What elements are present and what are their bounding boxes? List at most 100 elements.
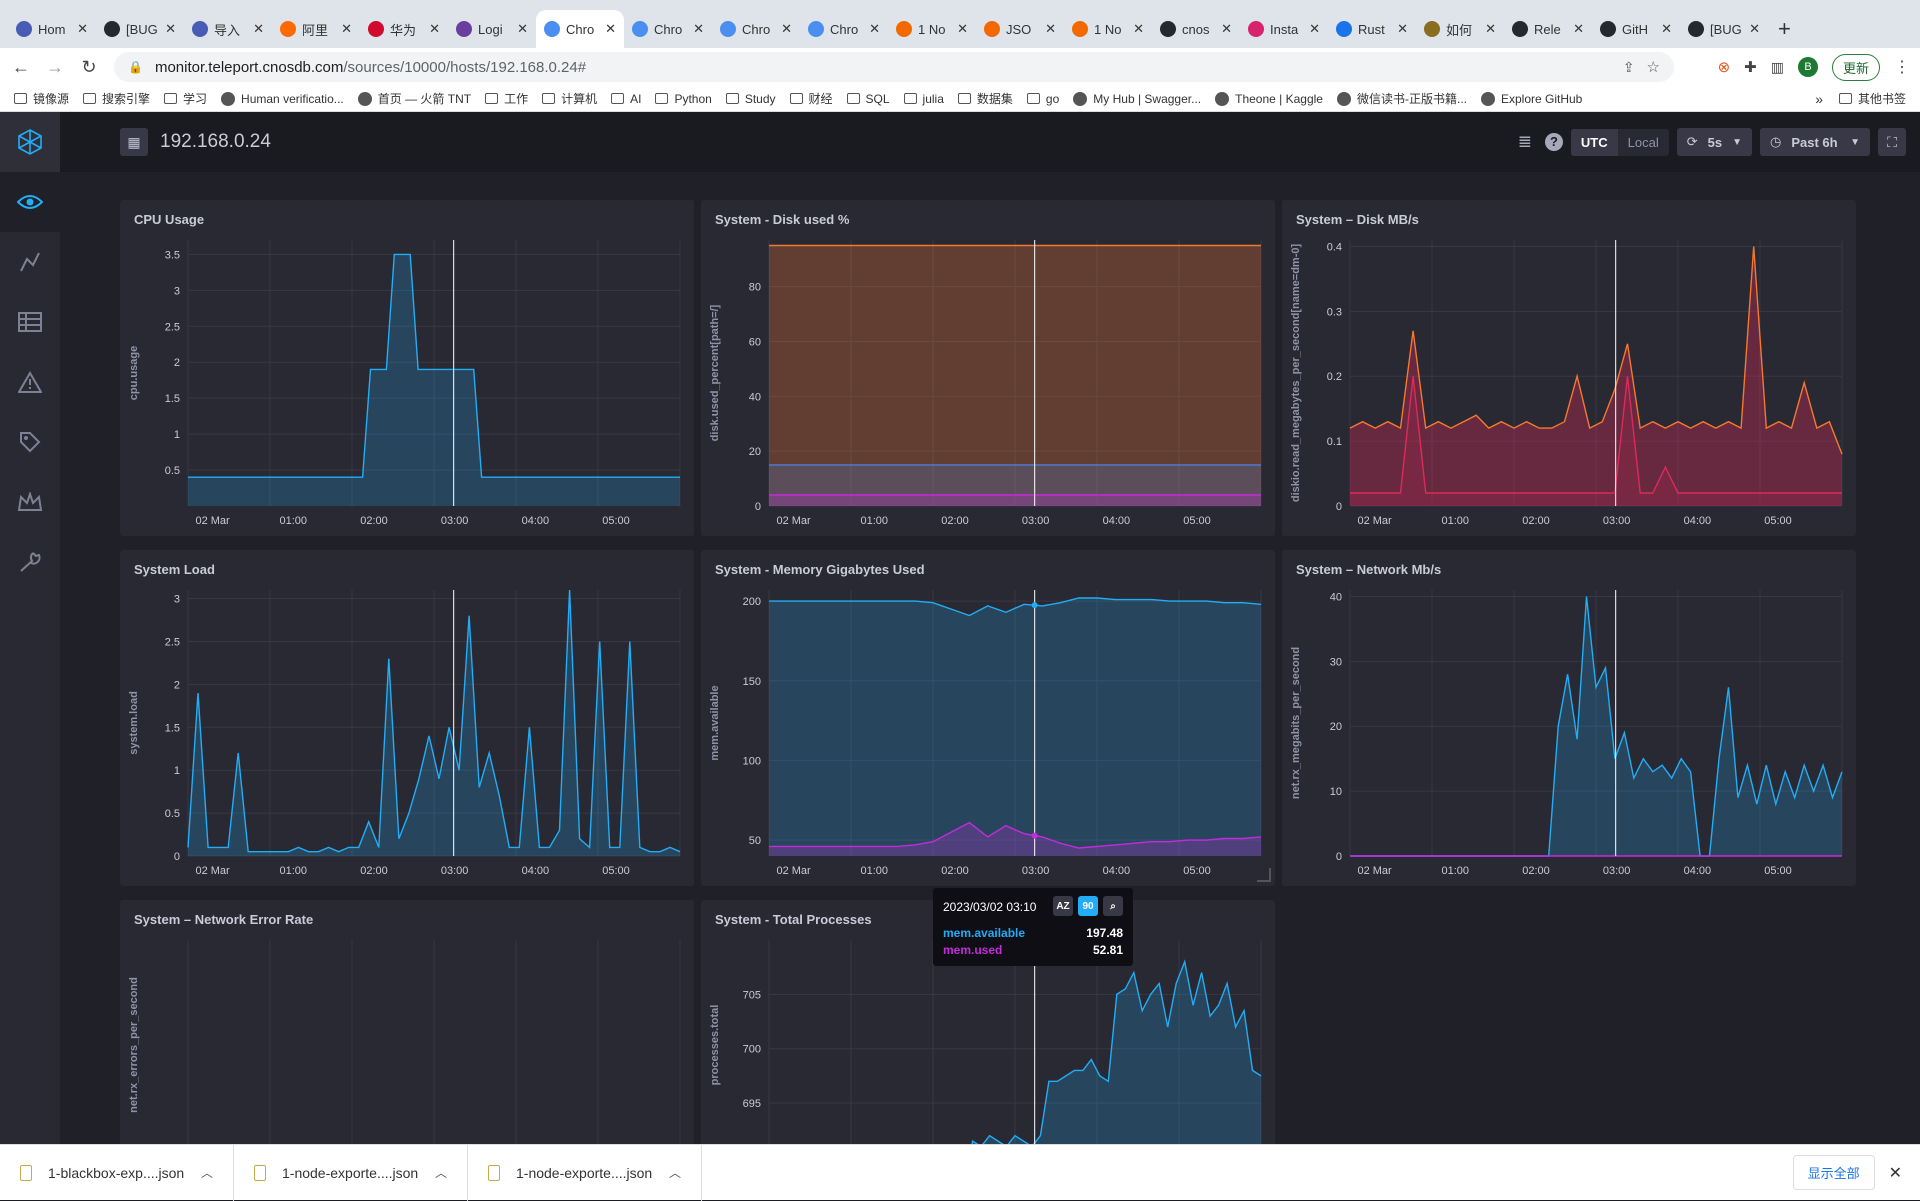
puzzle-extensions-icon[interactable]: ✚	[1744, 58, 1757, 76]
network-mbps-panel[interactable]: System – Network Mb/s net.rx_megabits_pe…	[1282, 550, 1856, 886]
bookmark-link[interactable]: Human verificatio...	[221, 91, 344, 106]
timezone-utc-button[interactable]: UTC	[1570, 128, 1618, 156]
bookmark-folder[interactable]: AI	[611, 92, 641, 106]
tab-close-icon[interactable]: ✕	[1573, 21, 1584, 37]
browser-tab[interactable]: [BUG ✕	[96, 10, 184, 48]
tab-close-icon[interactable]: ✕	[1661, 21, 1672, 37]
cpu-usage-panel[interactable]: CPU Usage cpu.usage 0.5 1 1.5 2 2.5 3 3.5 02 Mar…	[120, 200, 694, 536]
network-mbps-chart[interactable]: net.rx_megabits_per_second 0 10 20 30 40 02 Ma…	[1282, 550, 1856, 886]
tab-close-icon[interactable]: ✕	[341, 21, 352, 37]
forward-icon[interactable]: →	[42, 57, 68, 78]
bookmark-link[interactable]: 首页 — 火箭 TNT	[357, 90, 471, 107]
bookmark-link[interactable]: Theone | Kaggle	[1215, 91, 1323, 106]
browser-tab[interactable]: Rele ✕	[1504, 10, 1592, 48]
reload-icon[interactable]: ↻	[76, 57, 102, 78]
chevron-up-icon[interactable]: ︿	[435, 1164, 447, 1181]
browser-tab[interactable]: 1 No ✕	[888, 10, 976, 48]
sort-numeric-button[interactable]: 90	[1078, 896, 1098, 916]
alerts-warning-icon[interactable]	[0, 352, 60, 412]
tab-close-icon[interactable]: ✕	[1749, 21, 1760, 37]
tab-close-icon[interactable]: ✕	[1397, 21, 1408, 37]
explore-graph-icon[interactable]	[0, 232, 60, 292]
dashboards-table-icon[interactable]	[0, 292, 60, 352]
url-field[interactable]: 🔒 monitor.teleport.cnosdb.com/sources/10…	[114, 52, 1674, 82]
fullscreen-icon[interactable]: ⛶	[1878, 128, 1906, 156]
system-load-panel[interactable]: System Load system.load 0 0.5 1 1.5 2 2.5 3 02 M…	[120, 550, 694, 886]
disk-mbps-panel[interactable]: System – Disk MB/s diskio.read_megabytes…	[1282, 200, 1856, 536]
system-load-chart[interactable]: system.load 0 0.5 1 1.5 2 2.5 3 02 Mar 01:00 02:00…	[120, 550, 694, 886]
chevron-up-icon[interactable]: ︿	[201, 1164, 213, 1181]
host-list-eye-icon[interactable]	[0, 172, 60, 232]
side-panel-icon[interactable]: ▥	[1771, 59, 1784, 76]
download-item[interactable]: 1-node-exporte....json ︿	[468, 1144, 702, 1201]
sort-alpha-button[interactable]: AZ	[1053, 896, 1073, 916]
memory-used-panel[interactable]: System - Memory Gigabytes Used mem.avail…	[701, 550, 1275, 886]
admin-crown-icon[interactable]	[0, 472, 60, 532]
profile-avatar[interactable]: B	[1797, 57, 1818, 77]
bookmark-link[interactable]: 微信读书-正版书籍...	[1336, 90, 1467, 107]
bookmark-folder[interactable]: 工作	[485, 90, 528, 107]
bookmark-folder[interactable]: go	[1026, 92, 1059, 106]
disk-used-panel[interactable]: System - Disk used % disk.used_percent[p…	[701, 200, 1275, 536]
tab-close-icon[interactable]: ✕	[429, 21, 440, 37]
host-menu-grid-icon[interactable]: ▦	[120, 128, 148, 156]
new-tab-button[interactable]: +	[1778, 10, 1791, 48]
bookmark-folder[interactable]: Study	[725, 92, 776, 106]
bookmark-folder[interactable]: SQL	[846, 92, 890, 106]
disk-used-chart[interactable]: disk.used_percent[path=/] 0 20 40 60 80 02 Mar…	[701, 200, 1275, 536]
panel-resize-handle-icon[interactable]	[1257, 868, 1271, 882]
tab-close-icon[interactable]: ✕	[517, 21, 528, 37]
tooltip-search-icon[interactable]: ⌕	[1103, 896, 1123, 916]
tab-close-icon[interactable]: ✕	[1045, 21, 1056, 37]
tab-close-icon[interactable]: ✕	[165, 21, 176, 37]
browser-tab[interactable]: cnos ✕	[1152, 10, 1240, 48]
tab-close-icon[interactable]: ✕	[781, 21, 792, 37]
database-icon[interactable]: ≣	[1513, 132, 1537, 152]
timezone-local-button[interactable]: Local	[1618, 129, 1669, 156]
tab-close-icon[interactable]: ✕	[957, 21, 968, 37]
tab-close-icon[interactable]: ✕	[1485, 21, 1496, 37]
extension-icon[interactable]: ⊗	[1718, 58, 1731, 76]
browser-tab[interactable]: Chro ✕	[800, 10, 888, 48]
bookmark-star-icon[interactable]: ☆	[1647, 58, 1660, 76]
close-icon[interactable]: ✕	[1889, 1163, 1902, 1183]
tab-close-icon[interactable]: ✕	[605, 21, 616, 37]
browser-tab[interactable]: Chro ✕	[536, 10, 624, 48]
bookmark-folder[interactable]: 学习	[164, 90, 207, 107]
help-icon[interactable]: ?	[1544, 133, 1563, 151]
download-item[interactable]: 1-blackbox-exp....json ︿	[0, 1144, 234, 1201]
tab-close-icon[interactable]: ✕	[253, 21, 264, 37]
tab-close-icon[interactable]: ✕	[1133, 21, 1144, 37]
bookmark-link[interactable]: Explore GitHub	[1480, 91, 1582, 106]
browser-tab[interactable]: Chro ✕	[624, 10, 712, 48]
other-bookmarks-folder[interactable]: 其他书签	[1858, 90, 1906, 107]
browser-tab[interactable]: Insta ✕	[1240, 10, 1328, 48]
tab-close-icon[interactable]: ✕	[1309, 21, 1320, 37]
browser-tab[interactable]: [BUG ✕	[1680, 10, 1768, 48]
lock-icon[interactable]: 🔒	[128, 60, 143, 74]
users-tag-icon[interactable]	[0, 412, 60, 472]
menu-kebab-icon[interactable]: ⋮	[1894, 57, 1910, 77]
chevron-up-icon[interactable]: ︿	[669, 1164, 681, 1181]
time-range-dropdown[interactable]: ◷ Past 6h ▼	[1760, 128, 1870, 156]
bookmarks-more-button[interactable]: »	[1815, 91, 1823, 107]
browser-tab[interactable]: Rust ✕	[1328, 10, 1416, 48]
browser-tab[interactable]: 如何 ✕	[1416, 10, 1504, 48]
bookmark-folder[interactable]: 镜像源	[14, 90, 69, 107]
browser-tab[interactable]: Hom ✕	[8, 10, 96, 48]
bookmark-folder[interactable]: 搜索引擎	[83, 90, 150, 107]
browser-tab[interactable]: JSO ✕	[976, 10, 1064, 48]
download-item[interactable]: 1-node-exporte....json ︿	[234, 1144, 468, 1201]
memory-used-chart[interactable]: mem.available 50 100 150 200 02 Mar 01:00 02:00…	[701, 550, 1275, 886]
tab-close-icon[interactable]: ✕	[869, 21, 880, 37]
browser-tab[interactable]: GitH ✕	[1592, 10, 1680, 48]
browser-tab[interactable]: 1 No ✕	[1064, 10, 1152, 48]
bookmark-link[interactable]: My Hub | Swagger...	[1073, 91, 1201, 106]
browser-tab[interactable]: Logi ✕	[448, 10, 536, 48]
autorefresh-dropdown[interactable]: ⟳ 5s ▼	[1676, 128, 1752, 156]
disk-mbps-chart[interactable]: diskio.read_megabytes_per_second[name=dm…	[1282, 200, 1856, 536]
network-error-rate-panel[interactable]: System – Network Error Rate net.rx_error…	[120, 900, 694, 1150]
back-icon[interactable]: ←	[8, 57, 34, 78]
configuration-wrench-icon[interactable]	[0, 532, 60, 592]
bookmark-folder[interactable]: Python	[655, 92, 712, 106]
